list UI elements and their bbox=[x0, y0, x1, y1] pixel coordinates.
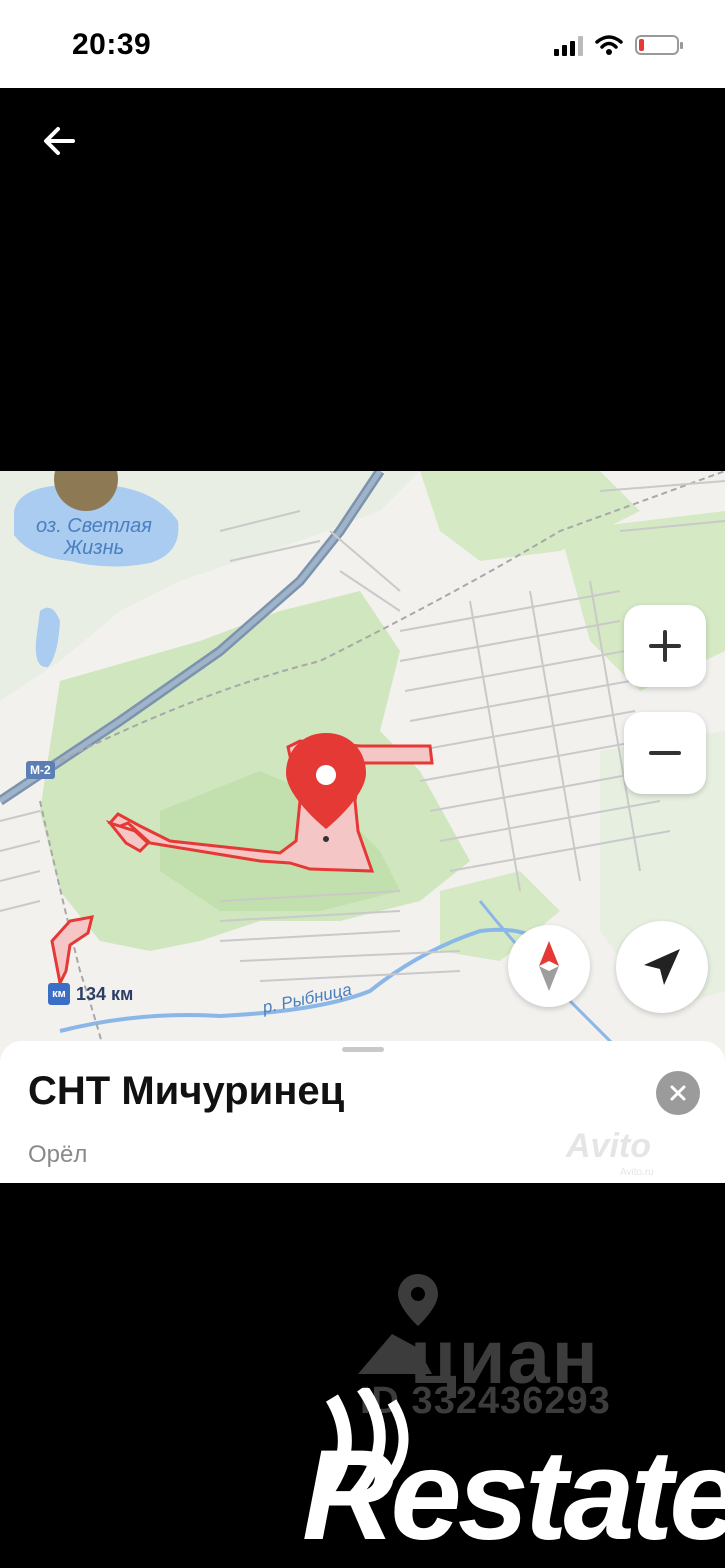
arrow-left-icon bbox=[44, 127, 75, 155]
place-title: СНТ Мичуринец bbox=[28, 1069, 345, 1113]
zoom-out-button[interactable] bbox=[624, 712, 706, 794]
locate-me-button[interactable] bbox=[616, 921, 708, 1013]
milestone-icon: км bbox=[48, 983, 70, 1005]
lake-label-line2: Жизнь bbox=[63, 537, 125, 559]
map-view[interactable]: оз. Светлая Жизнь М-2 р. Рыбница км 134 … bbox=[0, 471, 725, 1183]
status-time: 20:39 bbox=[72, 28, 152, 61]
sheet-drag-handle[interactable] bbox=[342, 1047, 384, 1052]
compass-button[interactable] bbox=[508, 925, 590, 1007]
battery-low-icon bbox=[635, 35, 683, 55]
close-button[interactable] bbox=[656, 1071, 700, 1115]
place-sheet[interactable]: СНТ Мичуринец Орёл Avito Avito.ru bbox=[0, 1041, 725, 1183]
compass-icon bbox=[539, 941, 559, 991]
cellular-signal-icon bbox=[554, 34, 583, 56]
lake-label: оз. Светлая Жизнь bbox=[36, 515, 152, 559]
status-icons bbox=[554, 34, 683, 56]
zoom-in-button[interactable] bbox=[624, 605, 706, 687]
restate-text: Restate bbox=[302, 1424, 725, 1567]
back-button[interactable] bbox=[36, 118, 82, 164]
km-marker[interactable]: км 134 км bbox=[48, 983, 133, 1005]
navigation-arrow-icon bbox=[644, 949, 680, 985]
place-city: Орёл bbox=[28, 1141, 88, 1168]
wifi-icon bbox=[595, 35, 623, 55]
avito-watermark: Avito bbox=[566, 1127, 651, 1165]
avito-watermark-sub: Avito.ru bbox=[620, 1167, 654, 1178]
road-label: М-2 bbox=[26, 761, 55, 779]
km-label: 134 км bbox=[76, 983, 134, 1004]
minus-icon bbox=[649, 751, 681, 755]
lake-label-line1: оз. Светлая bbox=[36, 515, 152, 537]
restate-watermark: Restate bbox=[222, 1388, 725, 1568]
status-bar: 20:39 bbox=[0, 0, 725, 88]
plus-icon bbox=[649, 630, 681, 662]
close-icon bbox=[670, 1085, 686, 1101]
